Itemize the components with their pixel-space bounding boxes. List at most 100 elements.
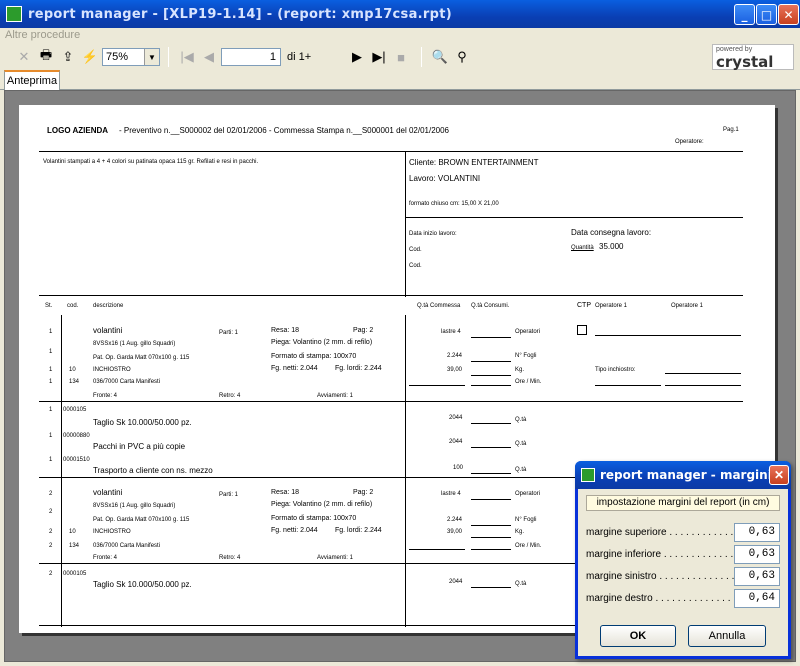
first-page-icon[interactable]: |◀	[177, 47, 197, 67]
underline	[409, 385, 465, 386]
line-text: Pat. Op. Garda Matt 070x100 g. 115	[93, 355, 190, 361]
margin-superiore-input[interactable]: 0,63	[734, 523, 780, 542]
margin-row: margine destro . . . . . . . . . . . . .…	[586, 589, 780, 609]
st-cell: 1	[49, 407, 53, 413]
app-icon	[581, 468, 595, 482]
col-operatore2: Operatore 1	[671, 303, 704, 309]
report-header: - Preventivo n.__S000002 del 02/01/2006 …	[119, 126, 450, 135]
export-icon[interactable]: ⇪	[58, 47, 78, 67]
value: 2.244	[447, 517, 463, 523]
next-page-icon[interactable]: ▶	[347, 47, 367, 67]
maximize-button[interactable]: □	[756, 4, 777, 25]
retro: Retro: 4	[219, 393, 241, 399]
toolbar-separator	[168, 47, 169, 67]
col-qta-consumi: Q.tà Consumi.	[471, 303, 510, 309]
service-text: Taglio Sk 10.000/50.000 pz.	[93, 418, 192, 427]
margin-label: margine destro . . . . . . . . . . . . .…	[586, 593, 742, 604]
prev-page-icon[interactable]: ◀	[199, 47, 219, 67]
cod-cell: 0000105	[63, 571, 87, 577]
line-text: 8VSSx16 (1 Aug. gillo Squadri)	[93, 503, 176, 509]
underline	[471, 549, 511, 550]
retro: Retro: 4	[219, 555, 241, 561]
underline	[471, 385, 511, 386]
underline	[471, 499, 511, 500]
cod-cell: 134	[69, 379, 80, 385]
underline	[471, 587, 511, 588]
pag: Pag: 2	[353, 327, 374, 334]
minimize-button[interactable]: _	[734, 4, 755, 25]
st-cell: 1	[49, 379, 53, 385]
st-cell: 2	[49, 529, 53, 535]
avviamenti: Avviamenti: 1	[317, 555, 353, 561]
last-page-icon[interactable]: ▶|	[369, 47, 389, 67]
vertical-divider	[405, 151, 406, 297]
block-title: volantini	[93, 488, 123, 497]
underline	[471, 525, 511, 526]
search-icon[interactable]: 🔍	[430, 47, 450, 67]
cod-cell: 10	[69, 529, 76, 535]
cod-cell: 00001510	[63, 457, 90, 463]
margin-inferiore-input[interactable]: 0,63	[734, 545, 780, 564]
st-cell: 1	[49, 329, 53, 335]
block-title: volantini	[93, 326, 123, 335]
tab-bar: Anteprima	[0, 70, 800, 90]
binoculars-icon[interactable]: ⚲	[452, 47, 472, 67]
fg-lordi: Fg. lordi: 2.244	[335, 365, 382, 372]
dialog-title-bar: report manager - margini ✕	[575, 461, 791, 489]
menu-altre-procedure[interactable]: Altre procedure	[5, 29, 80, 41]
lightning-icon[interactable]: ⚡	[80, 47, 100, 67]
underline	[665, 385, 741, 386]
stop-icon[interactable]: ■	[391, 47, 411, 67]
qta-label: Q.tà	[515, 581, 527, 587]
qty: 2044	[449, 579, 463, 585]
margin-sinistro-input[interactable]: 0,63	[734, 567, 780, 586]
margin-destro-input[interactable]: 0,64	[734, 589, 780, 608]
tab-anteprima[interactable]: Anteprima	[4, 70, 60, 90]
zoom-value: 75%	[106, 51, 129, 63]
st-cell: 2	[49, 543, 53, 549]
dialog-title: report manager - margini	[600, 468, 772, 482]
ctp-checkbox[interactable]	[577, 325, 587, 335]
menu-bar: Altre procedure	[0, 28, 800, 44]
print-icon[interactable]: 🖶	[36, 47, 56, 67]
vertical-divider	[405, 315, 406, 627]
underline	[409, 549, 465, 550]
chevron-down-icon[interactable]: ▼	[144, 49, 159, 65]
col-descrizione: descrizione	[93, 303, 124, 309]
divider	[39, 151, 743, 152]
line-text: INCHIOSTRO	[93, 529, 131, 535]
underline	[471, 447, 511, 448]
page-input[interactable]: 1	[221, 48, 281, 66]
col-cod: cod.	[67, 303, 79, 309]
vertical-divider	[61, 315, 62, 627]
underline	[471, 473, 511, 474]
st-cell: 2	[49, 571, 53, 577]
underline	[471, 537, 511, 538]
close-report-icon[interactable]: ✕	[14, 47, 34, 67]
qta-label: Q.tà	[515, 441, 527, 447]
value: 2.244	[447, 353, 463, 359]
underline	[471, 337, 511, 338]
line-text: 8VSSx16 (1 Aug. gillo Squadri)	[93, 341, 176, 347]
dialog-close-button[interactable]: ✕	[769, 465, 789, 485]
margins-dialog: report manager - margini ✕ impostazione …	[575, 461, 791, 659]
margin-label: margine inferiore . . . . . . . . . . . …	[586, 549, 750, 560]
st-cell: 1	[49, 349, 53, 355]
underline	[471, 361, 511, 362]
st-cell: 2	[49, 491, 53, 497]
qty: 100	[453, 465, 464, 471]
zoom-select[interactable]: 75% ▼	[102, 48, 160, 66]
col-st: St.	[45, 303, 53, 309]
n-fogli: N° Fogli	[515, 517, 537, 523]
line-text: 036/7000 Carta Manifesti	[93, 543, 161, 549]
formato-stampa: Formato di stampa: 100x70	[271, 353, 357, 360]
underline	[595, 385, 661, 386]
close-button[interactable]: ✕	[778, 4, 799, 25]
service-text: Trasporto a cliente con ns. mezzo	[93, 466, 213, 475]
cod-cell: 134	[69, 543, 80, 549]
annulla-button[interactable]: Annulla	[688, 625, 766, 647]
qty: 2044	[449, 439, 463, 445]
ok-button[interactable]: OK	[600, 625, 676, 647]
value: 39,00	[447, 367, 463, 373]
data-consegna: Data consegna lavoro:	[571, 228, 652, 237]
